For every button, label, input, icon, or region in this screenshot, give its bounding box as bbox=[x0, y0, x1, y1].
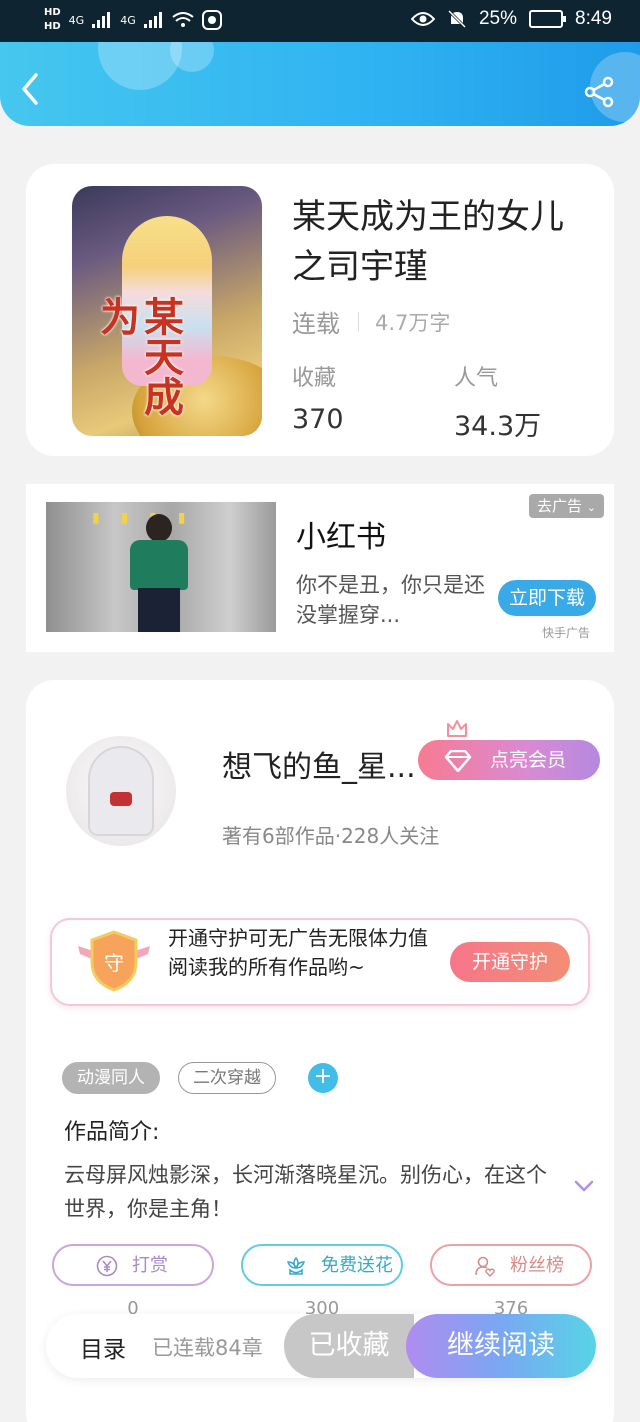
add-tag-button[interactable]: + bbox=[308, 1063, 338, 1093]
fans-rank-label: 粉丝榜 bbox=[510, 1255, 564, 1276]
book-word-count: 4.7万字 bbox=[375, 310, 451, 335]
ad-source: 快手广告 bbox=[541, 626, 590, 640]
collect-label: 收藏 bbox=[292, 366, 337, 391]
ad-description: 你不是丑，你只是还没掌握穿... bbox=[296, 573, 485, 627]
guard-button[interactable]: 开通守护 bbox=[450, 942, 570, 982]
ad-image[interactable]: ▮ ▮ ▮ ▮ bbox=[46, 502, 276, 632]
toc-button[interactable]: 目录 bbox=[80, 1330, 126, 1364]
expand-chevron-icon[interactable] bbox=[574, 1180, 594, 1192]
popularity-label: 人气 bbox=[454, 366, 499, 391]
fans-rank-button[interactable]: 粉丝榜 bbox=[430, 1244, 592, 1286]
guard-text: 开通守护可无广告无限体力值阅读我的所有作品哟~ bbox=[168, 926, 428, 979]
guard-shield-text: 守 bbox=[104, 951, 124, 975]
status-right: 25% 8:49 bbox=[410, 8, 612, 30]
wifi-icon bbox=[172, 12, 194, 27]
author-name[interactable]: 想飞的鱼_星... bbox=[222, 742, 416, 786]
book-meta: 连载 4.7万字 bbox=[292, 304, 450, 339]
book-status: 连载 bbox=[292, 310, 340, 338]
back-button[interactable] bbox=[20, 72, 50, 112]
battery-icon bbox=[529, 10, 567, 28]
collected-button[interactable]: 已收藏 bbox=[284, 1314, 414, 1378]
send-flower-label: 免费送花 bbox=[321, 1255, 393, 1276]
mute-bell-icon bbox=[447, 9, 467, 29]
author-card: 想飞的鱼_星... 点亮会员 著有6部作品·228人关注 守 开通守护可无广告无… bbox=[26, 680, 614, 1422]
signal-icon bbox=[92, 12, 111, 28]
author-stats: 著有6部作品·228人关注 bbox=[222, 824, 440, 848]
share-button[interactable] bbox=[584, 76, 616, 108]
ad-person-art bbox=[124, 514, 194, 632]
clock: 8:49 bbox=[575, 8, 612, 29]
book-title: 某天成为王的女儿之司宇瑾 bbox=[292, 197, 564, 287]
collect-value: 370 bbox=[292, 404, 344, 435]
plus-icon: + bbox=[313, 1064, 333, 1089]
collect-stat: 收藏 370 bbox=[292, 360, 344, 435]
header bbox=[0, 42, 640, 126]
hd-icon: HD HD bbox=[44, 7, 61, 32]
popularity-value: 34.3万 bbox=[454, 411, 542, 442]
diamond-icon bbox=[444, 750, 472, 772]
popularity-stat: 人气 34.3万 bbox=[454, 360, 541, 443]
book-info-card: 某天成为 某天成为王的女儿之司宇瑾 连载 4.7万字 收藏 370 人气 34.… bbox=[26, 164, 614, 456]
remove-ad-button[interactable]: 去广告 ⌄ bbox=[528, 494, 604, 518]
tag-list: 动漫同人 二次穿越 + bbox=[62, 1062, 338, 1094]
vip-button-label: 点亮会员 bbox=[490, 749, 567, 771]
app-notification-icon bbox=[201, 10, 222, 30]
bottom-bar: 目录 已连载84章 已收藏 继续阅读 bbox=[46, 1314, 596, 1378]
tag-item[interactable]: 二次穿越 bbox=[178, 1062, 276, 1094]
status-bar: HD HD 4G 4G 25% 8:49 bbox=[0, 0, 640, 42]
signal-icon-2 bbox=[143, 12, 162, 28]
reward-button[interactable]: 打赏 bbox=[52, 1244, 214, 1286]
user-heart-icon bbox=[475, 1256, 495, 1277]
guard-shield-icon: 守 bbox=[78, 930, 150, 992]
share-icon bbox=[584, 76, 614, 108]
network-2: 4G bbox=[120, 13, 136, 27]
reward-label: 打赏 bbox=[132, 1255, 168, 1276]
tag-item[interactable]: 动漫同人 bbox=[62, 1062, 160, 1094]
yen-coin-icon bbox=[96, 1255, 118, 1277]
divider bbox=[358, 311, 359, 332]
book-cover[interactable]: 某天成为 bbox=[72, 186, 262, 436]
chevron-left-icon bbox=[22, 73, 38, 105]
ad-banner[interactable]: ▮ ▮ ▮ ▮ 小红书 你不是丑，你只是还没掌握穿... 去广告 ⌄ 立即下载 … bbox=[26, 484, 614, 652]
author-avatar[interactable] bbox=[66, 736, 176, 846]
guard-banner: 守 开通守护可无广告无限体力值阅读我的所有作品哟~ 开通守护 bbox=[50, 918, 590, 1006]
flower-icon bbox=[286, 1256, 306, 1275]
chevron-down-icon: ⌄ bbox=[586, 501, 596, 514]
action-row: 打赏 免费送花 粉丝榜 bbox=[52, 1244, 592, 1286]
eye-icon bbox=[410, 12, 435, 26]
battery-percent: 25% bbox=[478, 8, 518, 29]
ad-title: 小红书 bbox=[296, 520, 386, 555]
ad-download-button[interactable]: 立即下载 bbox=[498, 580, 596, 616]
cover-title-art: 某天成为 bbox=[93, 296, 184, 416]
network-1: 4G bbox=[68, 13, 85, 27]
chapter-count[interactable]: 已连载84章 bbox=[152, 1332, 263, 1362]
intro-title: 作品简介: bbox=[64, 1120, 160, 1145]
continue-reading-button[interactable]: 继续阅读 bbox=[406, 1314, 596, 1378]
vip-button[interactable]: 点亮会员 bbox=[418, 720, 600, 780]
remove-ad-label: 去广告 bbox=[536, 497, 582, 515]
intro-text: 云母屏风烛影深，长河渐落晓星沉。别伤心，在这个世界，你是主角！ bbox=[64, 1163, 547, 1221]
send-flower-button[interactable]: 免费送花 bbox=[241, 1244, 403, 1286]
crown-icon bbox=[447, 720, 467, 737]
status-left: HD HD 4G 4G bbox=[44, 6, 222, 34]
